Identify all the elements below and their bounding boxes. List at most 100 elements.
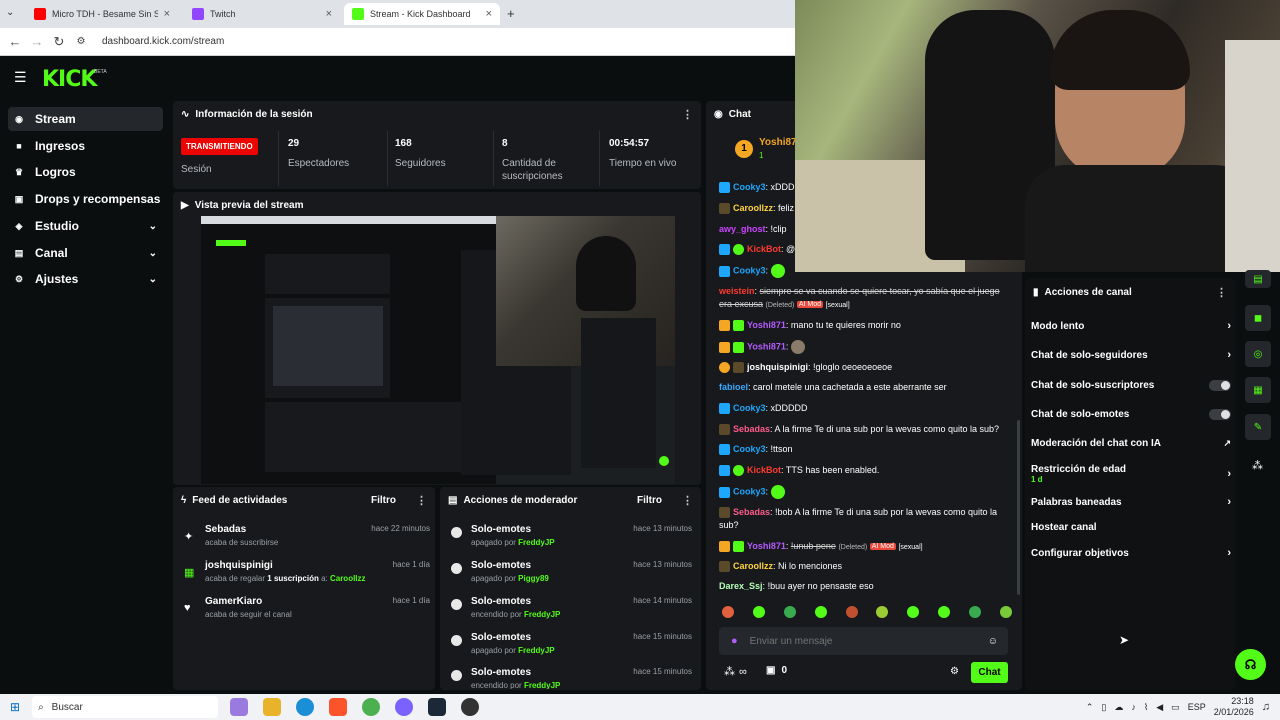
notification-bell-icon[interactable]: ♫ <box>1262 701 1270 713</box>
chat-user[interactable]: weistein <box>719 286 755 296</box>
mod-user[interactable]: FreddyJP <box>518 538 554 547</box>
windows-start-icon[interactable]: ⊞ <box>10 700 20 714</box>
rail-more-icon[interactable]: ⁂ <box>1252 459 1263 472</box>
more-options-icon[interactable]: ⋮ <box>682 108 693 121</box>
emote-icon[interactable] <box>907 606 920 618</box>
steam-icon[interactable] <box>428 698 447 716</box>
chat-user[interactable]: Cooky3 <box>733 444 766 454</box>
language-indicator[interactable]: ESP <box>1188 702 1206 712</box>
chat-user[interactable]: Cooky3 <box>733 486 766 496</box>
action-slow-mode[interactable]: Modo lento › <box>1031 314 1231 338</box>
points-indicator[interactable]: ⁂ ∞ <box>724 665 747 679</box>
wifi-icon[interactable]: ⌇ <box>1144 702 1148 713</box>
microphone-icon[interactable]: ● <box>731 635 738 647</box>
close-tab-icon[interactable]: × <box>326 8 332 20</box>
discord-icon[interactable] <box>395 698 414 716</box>
chat-user[interactable]: Yoshi871 <box>747 341 786 351</box>
chat-settings-icon[interactable]: ⚙ <box>950 666 959 677</box>
copilot-icon[interactable] <box>230 698 249 716</box>
chat-user[interactable]: KickBot <box>747 244 781 254</box>
kick-logo[interactable]: KICK <box>42 67 97 92</box>
emote-icon[interactable] <box>722 606 734 618</box>
emote-icon[interactable] <box>752 606 765 618</box>
filter-button[interactable]: Filtro <box>637 495 662 506</box>
mod-user[interactable]: Piggy89 <box>518 574 549 583</box>
rail-moderator-icon[interactable]: ▦ <box>1245 377 1271 403</box>
sidebar-item-drops[interactable]: ▣ Drops y recompensas <box>8 187 163 211</box>
sidebar-item-ajustes[interactable]: ⚙ Ajustes ⌄ <box>8 267 163 291</box>
rail-tools-icon[interactable]: ✎ <box>1245 414 1271 440</box>
pinned-user[interactable]: Yoshi87 <box>759 137 797 148</box>
tab-list-chevron-icon[interactable]: ⌄ <box>6 7 14 18</box>
brave-icon[interactable] <box>329 698 348 716</box>
chat-user[interactable]: Sebadas <box>733 507 770 517</box>
chat-user[interactable]: Cooky3 <box>733 403 766 413</box>
mod-user[interactable]: FreddyJP <box>518 646 554 655</box>
action-host-channel[interactable]: Hostear canal <box>1031 515 1231 539</box>
url-field[interactable]: dashboard.kick.com/stream <box>102 36 224 47</box>
chat-user[interactable]: joshquispinigi <box>747 362 808 372</box>
filter-button[interactable]: Filtro <box>371 495 396 506</box>
stream-preview-video[interactable] <box>201 216 675 484</box>
rail-chat-icon[interactable]: ◼ <box>1245 305 1271 331</box>
more-options-icon[interactable]: ⋮ <box>682 494 693 507</box>
sidebar-item-ingresos[interactable]: ■ Ingresos <box>8 134 163 158</box>
action-followers-only[interactable]: Chat de solo-seguidores › <box>1031 343 1231 367</box>
chat-user[interactable]: Yoshi871 <box>747 541 786 551</box>
file-explorer-icon[interactable] <box>263 698 282 716</box>
forward-icon[interactable]: → <box>26 34 48 49</box>
taskbar-search[interactable]: ⌕ Buscar <box>32 696 219 718</box>
more-options-icon[interactable]: ⋮ <box>1216 286 1227 299</box>
chat-user[interactable]: Caroollzz <box>733 203 773 213</box>
reload-icon[interactable]: ↻ <box>48 34 70 50</box>
battery-icon[interactable]: ▭ <box>1171 702 1180 713</box>
chat-scrollbar[interactable] <box>1017 420 1020 595</box>
browser-tab-youtube[interactable]: Micro TDH - Besame Sin Sentir × <box>26 3 178 25</box>
emote-icon[interactable] <box>876 606 889 618</box>
browser-tab-kick[interactable]: Stream - Kick Dashboard × <box>344 3 500 25</box>
action-ai-moderation[interactable]: Moderación del chat con IA ↗ <box>1031 431 1231 455</box>
emote-icon[interactable] <box>783 606 796 618</box>
activity-user[interactable]: joshquispinigi <box>205 560 273 571</box>
chat-user[interactable]: awy_ghost <box>719 224 766 234</box>
activity-target[interactable]: Caroollzz <box>330 574 366 583</box>
gifts-indicator[interactable]: ▣ 0 <box>766 665 787 676</box>
sidebar-item-canal[interactable]: ▤ Canal ⌄ <box>8 241 163 265</box>
emote-icon[interactable] <box>969 606 981 618</box>
obs-icon[interactable] <box>461 698 480 716</box>
chrome-icon[interactable] <box>362 698 381 716</box>
mod-user[interactable]: FreddyJP <box>524 681 560 689</box>
network-icon[interactable]: ☁ <box>1114 702 1123 713</box>
edge-icon[interactable] <box>296 698 315 716</box>
activity-user[interactable]: Sebadas <box>205 524 246 535</box>
chat-user[interactable]: Cooky3 <box>733 265 766 275</box>
action-age-restriction[interactable]: Restricción de edad 1 d › <box>1031 460 1231 488</box>
clock[interactable]: 23:18 2/01/2026 <box>1214 696 1254 718</box>
emotes-only-toggle[interactable] <box>1209 408 1231 420</box>
emoji-picker-icon[interactable]: ☺ <box>988 636 998 647</box>
close-tab-icon[interactable]: × <box>164 8 170 20</box>
tray-device-icon[interactable]: ▯ <box>1101 702 1106 713</box>
rail-document-icon[interactable]: ▤ <box>1245 270 1271 288</box>
subs-only-toggle[interactable] <box>1209 379 1231 391</box>
more-options-icon[interactable]: ⋮ <box>416 494 427 507</box>
rail-broadcast-icon[interactable]: ◎ <box>1245 341 1271 367</box>
mod-user[interactable]: FreddyJP <box>524 610 560 619</box>
browser-tab-twitch[interactable]: Twitch × <box>184 3 340 25</box>
chat-user[interactable]: Sebadas <box>733 424 770 434</box>
tray-chevron-icon[interactable]: ⌃ <box>1086 702 1094 713</box>
microphone-icon[interactable]: ♪ <box>1131 702 1136 712</box>
volume-icon[interactable]: ◀ <box>1156 702 1163 713</box>
chat-user[interactable]: Caroollzz <box>733 561 773 571</box>
sidebar-item-estudio[interactable]: ◈ Estudio ⌄ <box>8 214 163 238</box>
activity-user[interactable]: GamerKiaro <box>205 596 262 607</box>
action-banned-words[interactable]: Palabras baneadas › <box>1031 490 1231 514</box>
new-tab-button[interactable]: + <box>507 6 515 21</box>
chat-user[interactable]: KickBot <box>747 465 781 475</box>
close-tab-icon[interactable]: × <box>486 8 492 20</box>
emote-icon[interactable] <box>999 606 1012 618</box>
chat-user[interactable]: fabioel <box>719 382 748 392</box>
sidebar-item-stream[interactable]: ◉ Stream <box>8 107 163 131</box>
emote-icon[interactable] <box>938 606 951 618</box>
site-info-icon[interactable]: ⚙ <box>70 36 92 47</box>
